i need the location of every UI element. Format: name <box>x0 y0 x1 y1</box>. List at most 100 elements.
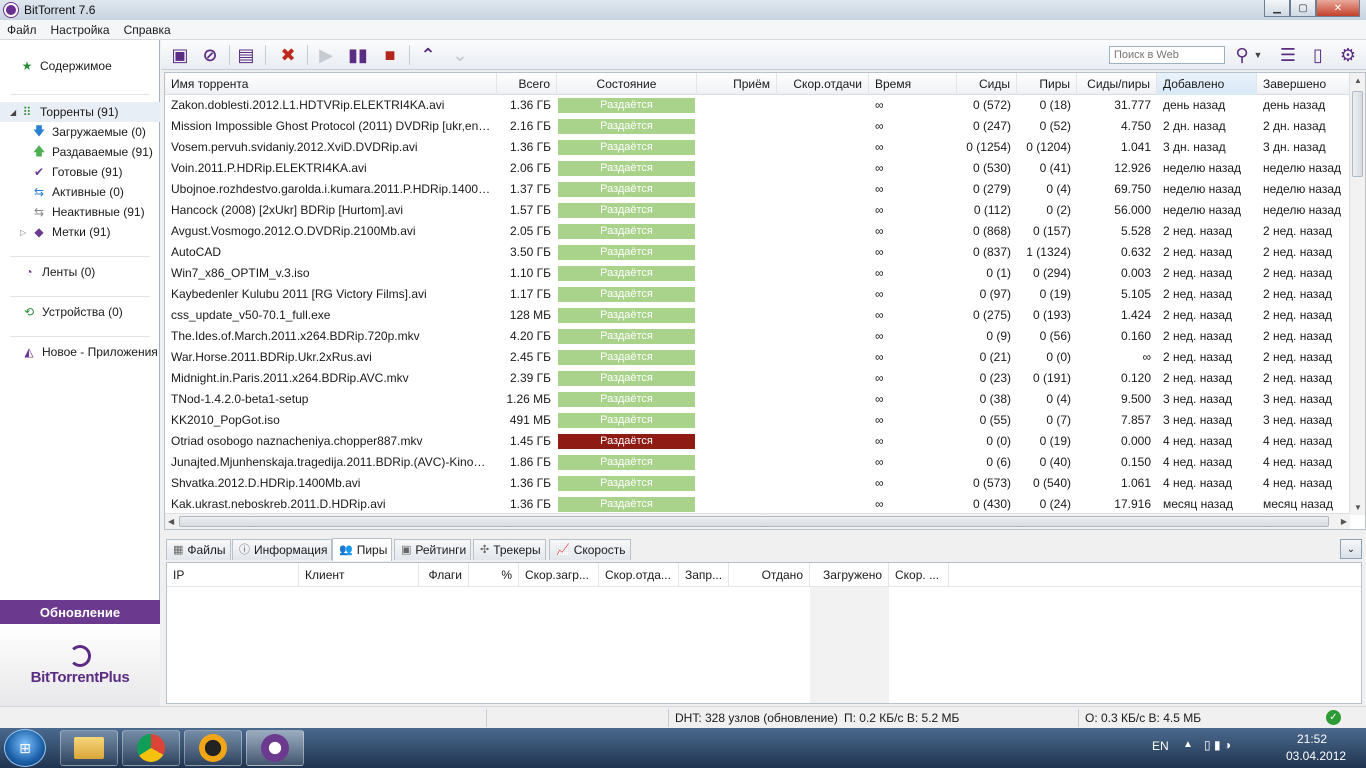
table-row[interactable]: The.Ides.of.March.2011.x264.BDRip.720p.m… <box>165 326 1350 347</box>
column-header-download-speed[interactable]: Приём <box>697 73 777 95</box>
tab-speed[interactable]: 📈 Скорость <box>549 539 631 560</box>
column-header-time[interactable]: Время <box>869 73 957 95</box>
peers-column-flags[interactable]: Флаги <box>419 563 469 587</box>
column-header-upload-speed[interactable]: Скор.отдачи <box>777 73 869 95</box>
tab-peers[interactable]: 👥 Пиры <box>332 538 393 561</box>
sidebar-item-torrents[interactable]: ◢ ⠿ Торренты (91) <box>0 102 160 122</box>
add-url-icon[interactable]: ⊘ <box>199 44 221 66</box>
horizontal-scrollbar[interactable]: ◀ ▶ <box>165 513 1350 529</box>
clock-time[interactable]: 21:52 <box>1297 732 1327 746</box>
table-row[interactable]: Kak.ukrast.neboskreb.2011.D.HDRip.avi 1.3… <box>165 494 1350 515</box>
table-row[interactable]: Otriad osobogo naznacheniya.chopper887.m… <box>165 431 1350 452</box>
create-torrent-icon[interactable]: ▤ <box>235 44 257 66</box>
clock-date[interactable]: 03.04.2012 <box>1286 749 1346 763</box>
scroll-left-icon[interactable]: ◀ <box>168 517 174 526</box>
maximize-button[interactable]: ▢ <box>1290 0 1316 17</box>
sidebar-item-apps[interactable]: ◭ Новое - Приложения <box>0 342 160 362</box>
aimp-icon[interactable] <box>184 730 242 766</box>
peers-column-ip[interactable]: IP <box>167 563 299 587</box>
move-down-icon[interactable]: ⌄ <box>449 44 471 66</box>
start-icon[interactable]: ▶ <box>315 44 337 66</box>
sidebar-item-feeds[interactable]: ◔ Ленты (0) <box>0 262 160 282</box>
start-button[interactable]: ⊞ <box>4 729 46 767</box>
chrome-icon[interactable] <box>122 730 180 766</box>
scroll-up-icon[interactable]: ▲ <box>1354 76 1362 85</box>
device-icon[interactable]: ▯ <box>1307 44 1329 66</box>
scroll-down-icon[interactable]: ▼ <box>1354 503 1362 512</box>
sidebar-item-devices[interactable]: ⟲ Устройства (0) <box>0 302 160 322</box>
update-button[interactable]: Обновление <box>0 600 160 624</box>
table-row[interactable]: AutoCAD 3.50 ГБ ∞ 0 (837) 1 (1324) 0.632 2 нед… <box>165 242 1350 263</box>
table-row[interactable]: Zakon.doblesti.2012.L1.HDTVRip.ELEKTRI4K… <box>165 95 1350 116</box>
expand-arrow-icon[interactable]: ▷ <box>20 228 32 237</box>
table-row[interactable]: Voin.2011.P.HDRip.ELEKTRI4KA.avi 2.06 ГБ ∞… <box>165 158 1350 179</box>
sidebar-item-labels[interactable]: ▷ ◆ Метки (91) <box>0 222 160 242</box>
peers-column-client[interactable]: Клиент <box>299 563 419 587</box>
web-search-input[interactable] <box>1109 46 1225 64</box>
scroll-right-icon[interactable]: ▶ <box>1341 517 1347 526</box>
column-header-name[interactable]: Имя торрента <box>165 73 497 95</box>
table-row[interactable]: Junajted.Mjunhenskaja.tragedija.2011.BDR… <box>165 452 1350 473</box>
minimize-button[interactable]: ▁ <box>1264 0 1290 17</box>
column-header-seeds[interactable]: Сиды <box>957 73 1017 95</box>
table-row[interactable]: Ubojnoe.rozhdestvo.garolda.i.kumara.2011… <box>165 179 1350 200</box>
sidebar-item-downloading[interactable]: 🡇 Загружаемые (0) <box>0 122 160 142</box>
explorer-icon[interactable] <box>60 730 118 766</box>
table-row[interactable]: Hancock (2008) [2xUkr] BDRip [Hurtom].av… <box>165 200 1350 221</box>
peers-column-requests[interactable]: Запр... <box>679 563 729 587</box>
tray-icons[interactable]: ▯ ▮ ◑ <box>1204 738 1231 752</box>
column-header-completed[interactable]: Завершено <box>1257 73 1350 95</box>
stop-icon[interactable]: ■ <box>379 44 401 66</box>
column-header-ratio[interactable]: Сиды/пиры <box>1077 73 1157 95</box>
peers-column-download-speed[interactable]: Скор.загр... <box>519 563 599 587</box>
bittorrent-plus-ad[interactable]: BitTorrentPlus <box>0 624 160 706</box>
table-row[interactable]: Mission Impossible Ghost Protocol (2011)… <box>165 116 1350 137</box>
table-row[interactable]: Avgust.Vosmogo.2012.O.DVDRip.2100Mb.avi 2… <box>165 221 1350 242</box>
table-row[interactable]: Shvatka.2012.D.HDRip.1400Mb.avi 1.36 ГБ ∞ 0… <box>165 473 1350 494</box>
sidebar-item-active[interactable]: ⇆ Активные (0) <box>0 182 160 202</box>
column-header-size[interactable]: Всего <box>497 73 557 95</box>
search-dropdown-icon[interactable]: ▼ <box>1253 44 1263 66</box>
move-up-icon[interactable]: ⌃ <box>417 44 439 66</box>
sidebar-item-seeding[interactable]: 🡅 Раздаваемые (91) <box>0 142 160 162</box>
table-row[interactable]: War.Horse.2011.BDRip.Ukr.2xRus.avi 2.45 Г… <box>165 347 1350 368</box>
sidebar-item-inactive[interactable]: ⇆ Неактивные (91) <box>0 202 160 222</box>
add-torrent-icon[interactable]: ▣ <box>169 44 191 66</box>
sidebar-item-content[interactable]: ★ Содержимое <box>0 56 160 76</box>
peers-column-percent[interactable]: % <box>469 563 519 587</box>
peers-column-downloaded[interactable]: Загружено <box>810 563 889 587</box>
menu-file[interactable]: Файл <box>0 23 44 37</box>
peers-column-speed[interactable]: Скор. ... <box>889 563 949 587</box>
table-row[interactable]: Kaybedenler Kulubu 2011 [RG Victory Film… <box>165 284 1350 305</box>
tab-ratings[interactable]: ▣ Рейтинги <box>394 539 472 560</box>
sidebar-item-completed[interactable]: ✔ Готовые (91) <box>0 162 160 182</box>
scroll-thumb[interactable] <box>1352 91 1363 177</box>
table-row[interactable]: Vosem.pervuh.svidaniy.2012.XviD.DVDRip.a… <box>165 137 1350 158</box>
list-view-icon[interactable]: ☰ <box>1277 44 1299 66</box>
collapse-arrow-icon[interactable]: ◢ <box>10 108 20 117</box>
tab-trackers[interactable]: ✣ Трекеры <box>473 539 546 560</box>
settings-icon[interactable]: ⚙ <box>1337 44 1359 66</box>
close-button[interactable]: ✕ <box>1316 0 1360 17</box>
scroll-thumb[interactable] <box>179 516 1329 527</box>
table-row[interactable]: Midnight.in.Paris.2011.x264.BDRip.AVC.mk… <box>165 368 1350 389</box>
menu-help[interactable]: Справка <box>117 23 178 37</box>
table-row[interactable]: TNod-1.4.2.0-beta1-setup 1.26 МБ ∞ 0 (38) 0 … <box>165 389 1350 410</box>
language-indicator[interactable]: EN <box>1152 739 1169 753</box>
peers-column-upload-speed[interactable]: Скор.отда... <box>599 563 679 587</box>
column-header-added[interactable]: Добавлено <box>1157 73 1257 95</box>
vertical-scrollbar[interactable]: ▲ ▼ <box>1349 73 1365 515</box>
pause-icon[interactable]: ▮▮ <box>347 44 369 66</box>
bittorrent-icon[interactable] <box>246 730 304 766</box>
table-row[interactable]: Win7_x86_OPTIM_v.3.iso 1.10 ГБ ∞ 0 (1) 0 (29… <box>165 263 1350 284</box>
peers-column-uploaded[interactable]: Отдано <box>729 563 810 587</box>
search-icon[interactable]: ⚲ <box>1231 44 1253 66</box>
column-header-status[interactable]: Состояние <box>557 73 697 95</box>
remove-icon[interactable]: ✖ <box>277 44 299 66</box>
show-hidden-icons-icon[interactable]: ▲ <box>1183 739 1193 750</box>
tab-files[interactable]: ▦ Файлы <box>166 539 231 560</box>
table-row[interactable]: KK2010_PopGot.iso 491 МБ ∞ 0 (55) 0 (7) 7.857… <box>165 410 1350 431</box>
collapse-panel-button[interactable]: ⌄ <box>1340 539 1362 559</box>
network-ok-icon[interactable]: ✓ <box>1326 710 1341 725</box>
menu-settings[interactable]: Настройка <box>44 23 117 37</box>
